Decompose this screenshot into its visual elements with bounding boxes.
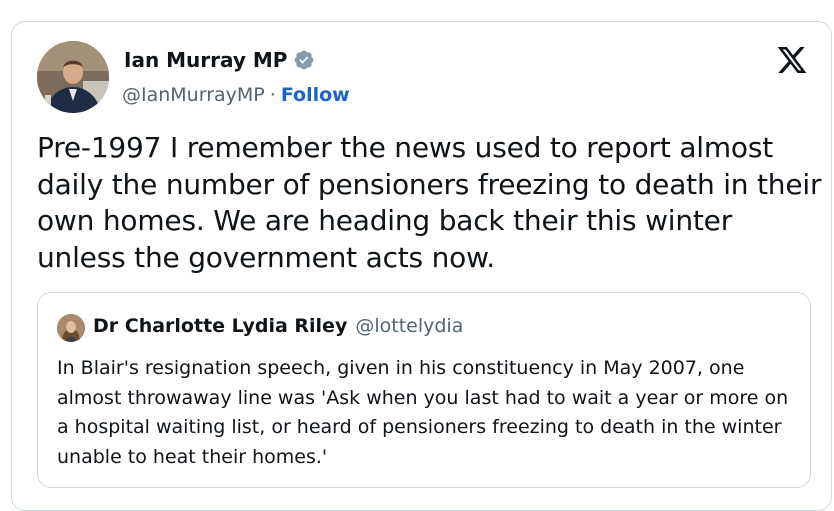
author-name[interactable]: Ian Murray MP <box>124 48 287 72</box>
verified-badge-icon <box>295 50 314 70</box>
author-avatar[interactable] <box>37 41 109 113</box>
follow-button[interactable]: Follow <box>281 84 350 106</box>
tweet-card: Ian Murray MP @IanMurrayMP · Follow Pre-… <box>11 21 832 511</box>
author-handle[interactable]: @IanMurrayMP <box>122 84 265 106</box>
x-logo-icon[interactable] <box>775 44 809 76</box>
quoted-author-row: Dr Charlotte Lydia Riley @lottelydia <box>93 315 463 337</box>
author-handle-row: @IanMurrayMP · Follow <box>122 84 350 106</box>
author-name-row: Ian Murray MP <box>124 48 315 72</box>
quoted-tweet[interactable]: Dr Charlotte Lydia Riley @lottelydia In … <box>37 292 811 488</box>
quoted-tweet-text: In Blair's resignation speech, given in … <box>57 357 789 468</box>
quoted-author-handle[interactable]: @lottelydia <box>355 315 463 337</box>
quoted-author-name[interactable]: Dr Charlotte Lydia Riley <box>93 315 347 337</box>
quoted-author-avatar[interactable] <box>57 314 85 342</box>
separator-dot: · <box>269 84 276 106</box>
tweet-text: Pre-1997 I remember the news used to rep… <box>37 131 822 274</box>
